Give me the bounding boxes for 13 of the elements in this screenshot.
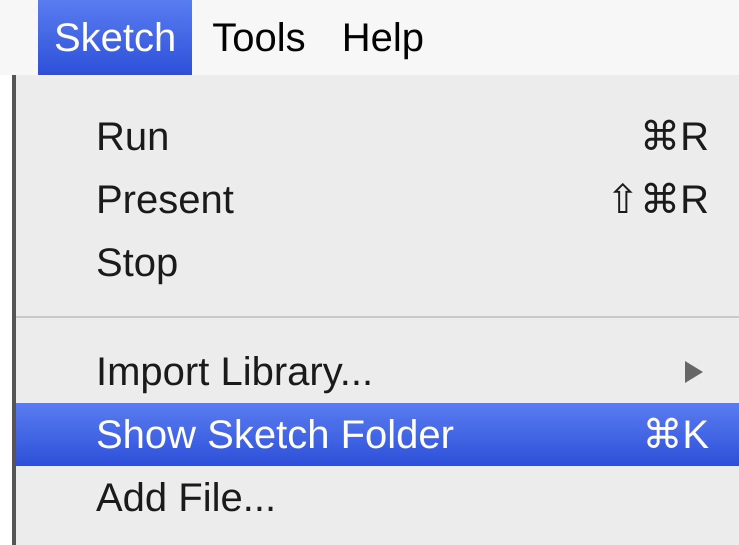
menu-item[interactable]: Present ⇧⌘R bbox=[16, 168, 739, 231]
menu-item[interactable]: Run ⌘R bbox=[16, 105, 739, 168]
menu-bar-item[interactable]: Sketch bbox=[38, 0, 192, 75]
shortcut-label: ⌘K bbox=[642, 412, 709, 458]
menu-item[interactable]: Add File... bbox=[16, 466, 739, 529]
menu-bar-item[interactable]: Tools bbox=[196, 0, 322, 75]
submenu-arrow-icon bbox=[685, 360, 703, 382]
menu-item[interactable]: Stop bbox=[16, 231, 739, 294]
menu-item[interactable]: Show Sketch Folder ⌘K bbox=[16, 403, 739, 466]
menu-bar-item[interactable]: Help bbox=[326, 0, 440, 75]
menu-item[interactable]: Import Library... bbox=[16, 340, 739, 403]
shortcut-label: ⌘R bbox=[640, 114, 709, 160]
shortcut-label: ⇧⌘R bbox=[606, 176, 709, 224]
